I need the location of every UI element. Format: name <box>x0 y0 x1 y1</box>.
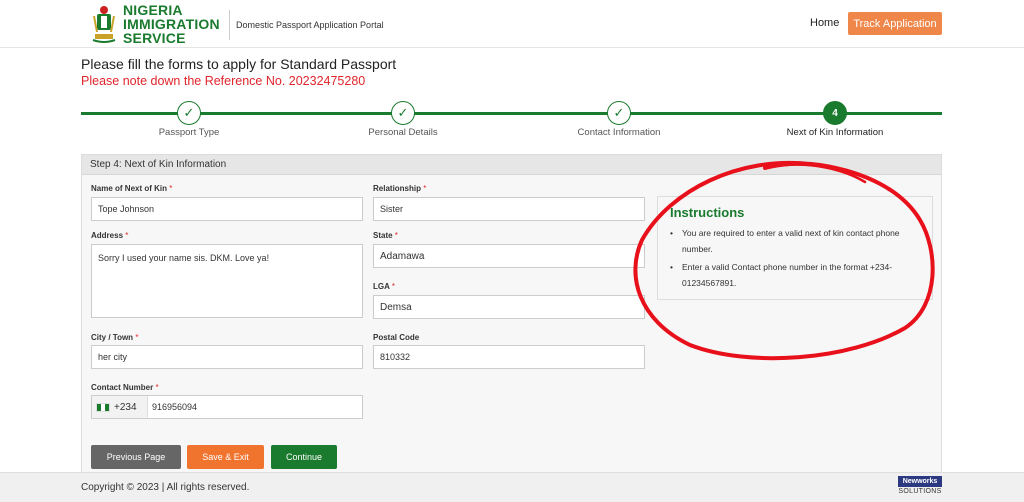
reference-note: Please note down the Reference No. 20232… <box>81 74 366 88</box>
nav-home-link[interactable]: Home <box>810 17 839 29</box>
state-label: State * <box>373 231 398 240</box>
relationship-field[interactable]: Sister <box>373 197 645 221</box>
lga-select[interactable]: Demsa <box>373 295 645 319</box>
city-field[interactable]: her city <box>91 345 363 369</box>
instruction-item: Enter a valid Contact phone number in th… <box>670 259 925 291</box>
step-label-next-of-kin: Next of Kin Information <box>786 127 884 138</box>
site-header: NIGERIA IMMIGRATION SERVICE Domestic Pas… <box>0 0 1024 48</box>
lga-label: LGA * <box>373 282 395 291</box>
address-textarea[interactable]: Sorry I used your name sis. DKM. Love ya… <box>91 244 363 318</box>
contact-number-field[interactable]: +234 916956094 <box>91 395 363 419</box>
coat-of-arms-icon <box>92 6 116 43</box>
kin-name-label: Name of Next of Kin * <box>91 184 173 193</box>
nigeria-flag-icon <box>96 402 110 412</box>
contact-number-value: 916956094 <box>152 402 198 412</box>
org-logo-text: NIGERIA IMMIGRATION SERVICE <box>123 2 220 46</box>
step-4-indicator: 4 <box>823 101 847 125</box>
previous-page-button[interactable]: Previous Page <box>91 445 181 469</box>
copyright-text: Copyright © 2023 | All rights reserved. <box>81 482 250 493</box>
instructions-panel: Instructions You are required to enter a… <box>657 196 933 300</box>
step-label-passport-type: Passport Type <box>158 127 220 138</box>
save-exit-button[interactable]: Save & Exit <box>187 445 264 469</box>
step-2-check-icon: ✓ <box>391 101 415 125</box>
instruction-item: You are required to enter a valid next o… <box>670 225 925 257</box>
stepper-track <box>81 112 942 115</box>
address-label: Address * <box>91 231 129 240</box>
continue-button[interactable]: Continue <box>271 445 337 469</box>
step-label-personal-details: Personal Details <box>368 127 438 138</box>
city-label: City / Town * <box>91 333 139 342</box>
instructions-title: Instructions <box>670 205 745 220</box>
kin-name-field[interactable]: Tope Johnson <box>91 197 363 221</box>
instructions-list: You are required to enter a valid next o… <box>670 225 925 293</box>
postal-code-label: Postal Code <box>373 333 420 342</box>
step-1-check-icon: ✓ <box>177 101 201 125</box>
country-code-selector[interactable]: +234 <box>92 396 148 418</box>
step-label-contact-information: Contact Information <box>577 127 661 138</box>
page-title: Please fill the forms to apply for Stand… <box>81 56 397 72</box>
postal-code-field[interactable]: 810332 <box>373 345 645 369</box>
site-footer: Copyright © 2023 | All rights reserved. … <box>0 472 1024 502</box>
track-application-button[interactable]: Track Application <box>848 12 942 35</box>
header-divider <box>229 10 230 40</box>
relationship-label: Relationship * <box>373 184 427 193</box>
form-heading: Step 4: Next of Kin Information <box>82 155 941 175</box>
vendor-logo: Newworks SOLUTIONS <box>898 476 942 495</box>
portal-name: Domestic Passport Application Portal <box>236 20 384 30</box>
contact-number-label: Contact Number * <box>91 383 159 392</box>
step-3-check-icon: ✓ <box>607 101 631 125</box>
page: NIGERIA IMMIGRATION SERVICE Domestic Pas… <box>0 0 1024 502</box>
state-select[interactable]: Adamawa <box>373 244 645 268</box>
